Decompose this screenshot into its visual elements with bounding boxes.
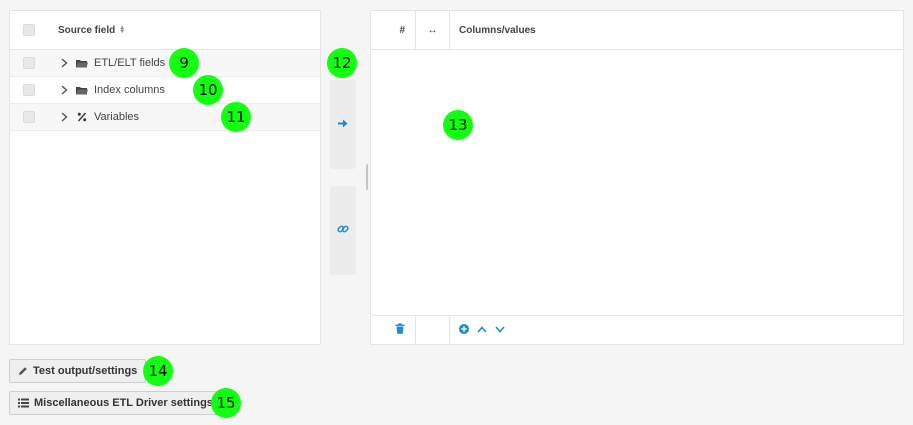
trash-icon[interactable] xyxy=(395,323,405,337)
arrow-right-icon xyxy=(338,119,348,131)
tree-item-etl-elt-fields[interactable]: ETL/ELT fields xyxy=(10,50,320,77)
annotation-badge-15: 15 xyxy=(211,388,241,418)
test-output-settings-button[interactable]: Test output/settings xyxy=(9,359,147,383)
row-checkbox[interactable] xyxy=(23,111,35,123)
annotation-badge-10: 10 xyxy=(193,75,223,105)
source-field-header: Source field ▲ ▼ xyxy=(10,11,320,50)
columns-values-toolbar xyxy=(371,315,903,344)
tree-item-label: Variables xyxy=(94,111,140,123)
link-icon xyxy=(337,223,349,238)
annotation-badge-11: 11 xyxy=(221,102,251,132)
chevron-down-icon[interactable] xyxy=(495,324,505,336)
map-field-button[interactable] xyxy=(330,80,356,169)
source-field-panel: Source field ▲ ▼ ETL/ELT fields Index col… xyxy=(9,10,321,345)
folder-icon xyxy=(76,59,88,68)
annotation-badge-12: 12 xyxy=(327,48,357,78)
columns-values-header: # ↔ Columns/values xyxy=(371,11,903,50)
misc-etl-driver-settings-button[interactable]: Miscellaneous ETL Driver settings xyxy=(9,391,222,415)
chevron-right-icon[interactable] xyxy=(58,58,70,68)
column-header-number: # xyxy=(371,11,416,49)
folder-icon xyxy=(76,86,88,95)
row-checkbox[interactable] xyxy=(23,84,35,96)
annotation-badge-13: 13 xyxy=(443,110,473,140)
tree-item-label: ETL/ELT fields xyxy=(94,57,166,69)
pencil-icon xyxy=(18,366,28,376)
panel-resize-handle[interactable] xyxy=(366,164,368,190)
annotation-badge-9: 9 xyxy=(169,48,199,78)
list-icon xyxy=(18,398,29,408)
chevron-up-icon[interactable] xyxy=(477,324,487,336)
percent-icon xyxy=(76,112,88,122)
misc-etl-driver-settings-label: Miscellaneous ETL Driver settings xyxy=(34,397,213,409)
add-circle-icon[interactable] xyxy=(459,323,469,337)
row-checkbox[interactable] xyxy=(23,57,35,69)
tree-item-variables[interactable]: Variables xyxy=(10,104,320,131)
chevron-right-icon[interactable] xyxy=(58,85,70,95)
source-field-column-header[interactable]: Source field xyxy=(58,25,115,36)
column-header-columns-values: Columns/values xyxy=(459,24,536,36)
test-output-settings-label: Test output/settings xyxy=(33,365,138,377)
link-field-button[interactable] xyxy=(330,186,356,275)
sort-icon[interactable]: ▲ ▼ xyxy=(119,25,125,35)
columns-values-panel: # ↔ Columns/values xyxy=(370,10,904,345)
annotation-badge-14: 14 xyxy=(143,356,173,386)
tree-item-index-columns[interactable]: Index columns xyxy=(10,77,320,104)
chevron-right-icon[interactable] xyxy=(58,112,70,122)
tree-item-label: Index columns xyxy=(94,84,165,96)
select-all-checkbox[interactable] xyxy=(23,24,35,36)
column-header-direction: ↔ xyxy=(416,11,450,49)
